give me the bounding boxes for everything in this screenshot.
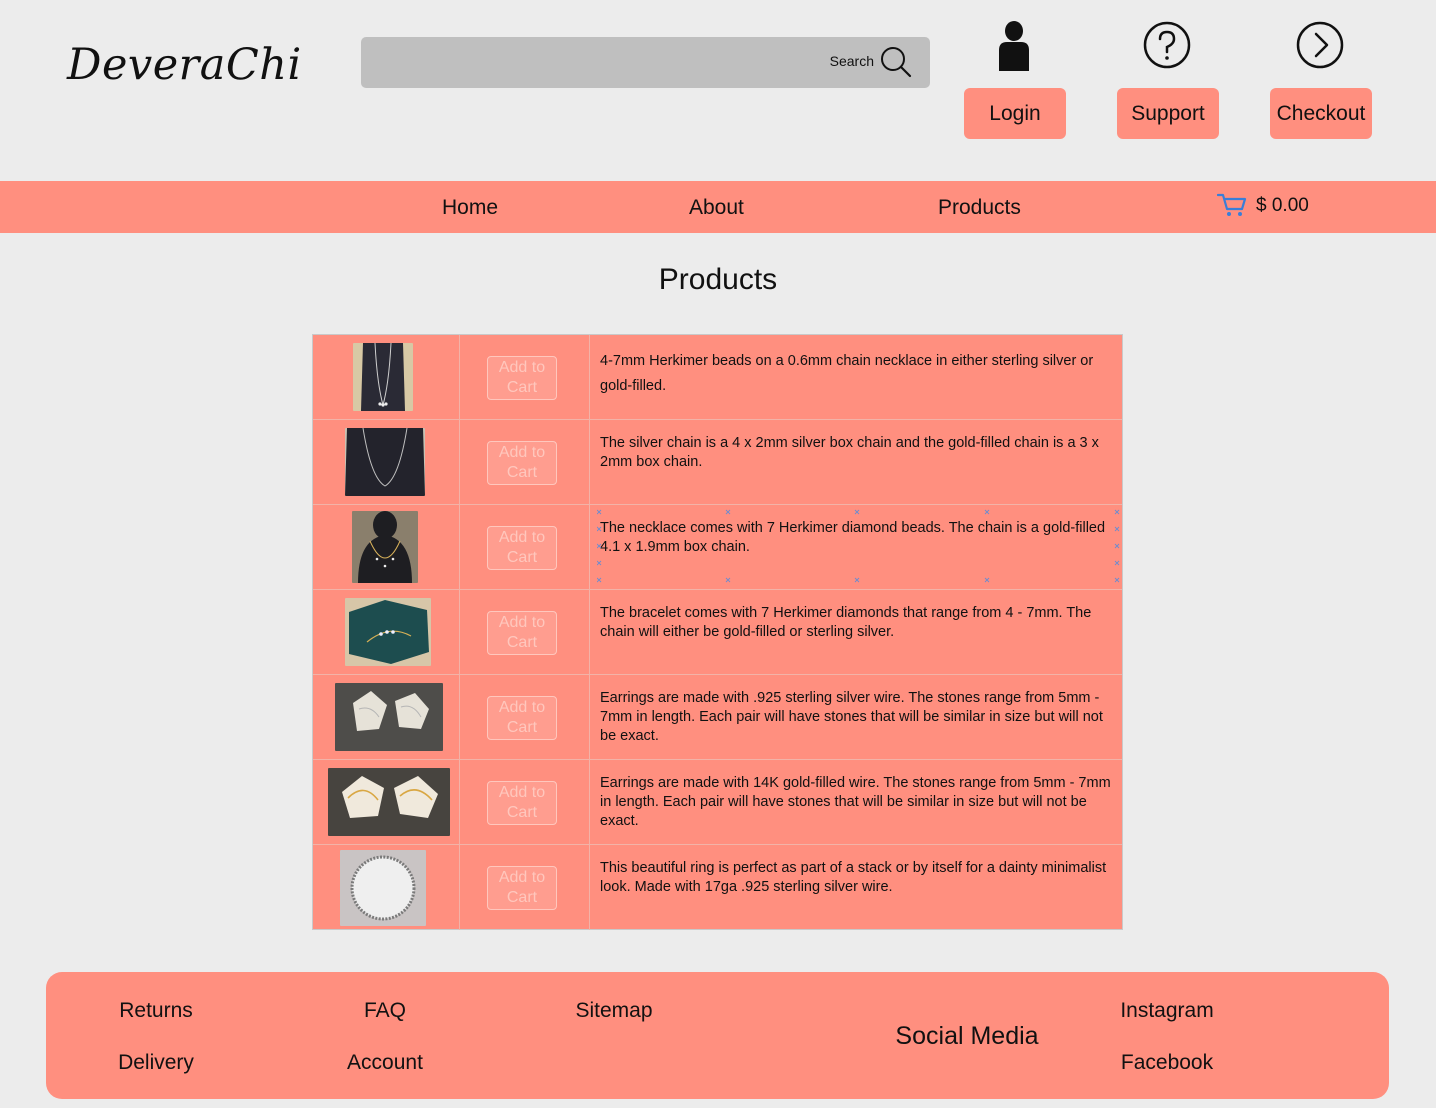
add-to-cart-button[interactable]: Add to Cart <box>487 611 557 655</box>
table-row: Add to Cart 4-7mm Herkimer beads on a 0.… <box>313 335 1122 420</box>
search-icon[interactable] <box>880 46 912 78</box>
social-media-heading: Social Media <box>895 1022 1039 1050</box>
search-bar[interactable]: Search <box>361 37 930 88</box>
cart-total[interactable]: $ 0.00 <box>1256 195 1309 217</box>
add-to-cart-button[interactable]: Add to Cart <box>487 356 557 400</box>
checkout-button[interactable]: Checkout <box>1270 88 1372 139</box>
footer-link-delivery[interactable]: Delivery <box>118 1051 194 1075</box>
footer-link-sitemap[interactable]: Sitemap <box>575 999 652 1023</box>
add-to-cart-button[interactable]: Add to Cart <box>487 696 557 740</box>
product-image[interactable] <box>353 343 413 411</box>
product-description: This beautiful ring is perfect as part o… <box>600 860 1107 895</box>
nav-about[interactable]: About <box>689 196 744 220</box>
table-row: Add to Cart Earrings are made with 14K g… <box>313 760 1122 845</box>
product-description: The silver chain is a 4 x 2mm silver box… <box>600 435 1099 470</box>
product-table: Add to Cart 4-7mm Herkimer beads on a 0.… <box>312 334 1123 930</box>
login-button[interactable]: Login <box>964 88 1066 139</box>
product-description: Earrings are made with .925 sterling sil… <box>600 690 1103 744</box>
chevron-right-circle-icon[interactable] <box>1296 21 1344 69</box>
site-logo[interactable]: DeveraChi <box>67 40 302 90</box>
footer-link-account[interactable]: Account <box>347 1051 423 1075</box>
product-description: 4-7mm Herkimer beads on a 0.6mm chain ne… <box>600 353 1094 394</box>
main-navbar: Home About Products $ 0.00 <box>0 181 1436 233</box>
table-row: Add to Cart The necklace comes with 7 He… <box>313 505 1122 590</box>
table-row: Add to Cart The silver chain is a 4 x 2m… <box>313 420 1122 505</box>
footer-link-instagram[interactable]: Instagram <box>1120 999 1213 1023</box>
help-icon[interactable] <box>1143 21 1191 69</box>
site-footer: Returns FAQ Sitemap Delivery Account Soc… <box>46 972 1389 1099</box>
table-row: Add to Cart Earrings are made with .925 … <box>313 675 1122 760</box>
footer-link-returns[interactable]: Returns <box>119 999 193 1023</box>
product-image[interactable] <box>340 849 426 926</box>
product-image[interactable] <box>352 511 418 583</box>
product-description: The bracelet comes with 7 Herkimer diamo… <box>600 605 1092 640</box>
footer-link-facebook[interactable]: Facebook <box>1121 1051 1213 1075</box>
table-row: Add to Cart This beautiful ring is perfe… <box>313 845 1122 930</box>
shopping-cart-icon[interactable] <box>1217 192 1247 218</box>
user-icon[interactable] <box>996 20 1032 72</box>
add-to-cart-button[interactable]: Add to Cart <box>487 441 557 485</box>
product-image[interactable] <box>335 683 443 751</box>
product-image[interactable] <box>345 428 425 496</box>
add-to-cart-button[interactable]: Add to Cart <box>487 781 557 825</box>
product-image[interactable] <box>345 598 431 666</box>
table-row: Add to Cart The bracelet comes with 7 He… <box>313 590 1122 675</box>
footer-link-faq[interactable]: FAQ <box>364 999 406 1023</box>
page-title: Products <box>658 263 778 296</box>
add-to-cart-button[interactable]: Add to Cart <box>487 526 557 570</box>
product-description: The necklace comes with 7 Herkimer diamo… <box>600 520 1106 555</box>
nav-products[interactable]: Products <box>938 196 1021 220</box>
product-image[interactable] <box>328 768 450 836</box>
product-description: Earrings are made with 14K gold-filled w… <box>600 775 1111 829</box>
search-label: Search <box>829 53 874 69</box>
add-to-cart-button[interactable]: Add to Cart <box>487 866 557 910</box>
support-button[interactable]: Support <box>1117 88 1219 139</box>
nav-home[interactable]: Home <box>442 196 498 220</box>
